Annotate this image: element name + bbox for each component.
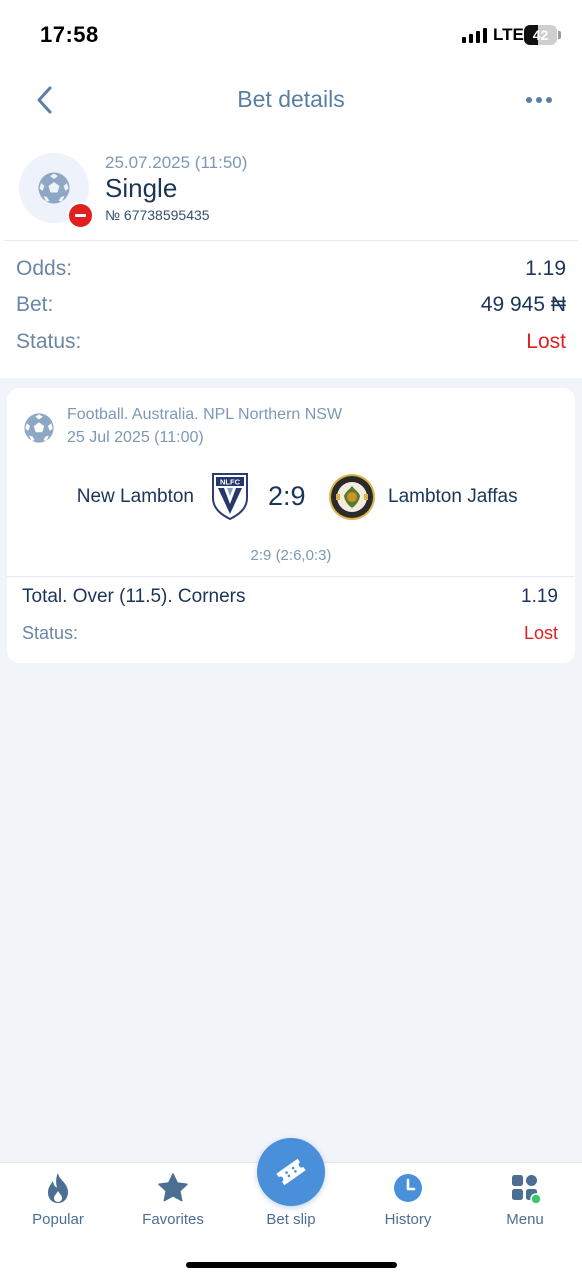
clock-icon bbox=[394, 1174, 422, 1202]
team2-logo bbox=[329, 474, 375, 520]
bet-date: 25.07.2025 (11:50) bbox=[105, 153, 248, 172]
ticket-icon bbox=[276, 1158, 306, 1186]
signal-icon bbox=[462, 27, 487, 43]
tab-menu[interactable]: Menu bbox=[467, 1163, 582, 1243]
battery-level: 42 bbox=[532, 27, 549, 43]
odds-label: Odds: bbox=[16, 257, 73, 280]
event-date: 25 Jul 2025 (11:00) bbox=[67, 429, 204, 446]
star-icon bbox=[158, 1173, 188, 1202]
network-label: LTE bbox=[493, 25, 524, 44]
page-title: Bet details bbox=[237, 86, 345, 112]
status-time: 17:58 bbox=[40, 22, 99, 47]
tab-history[interactable]: History bbox=[350, 1163, 466, 1243]
divider bbox=[4, 240, 578, 241]
odds-value: 1.19 bbox=[525, 257, 566, 280]
more-horizontal-icon bbox=[526, 97, 532, 103]
tab-favorites-label: Favorites bbox=[142, 1211, 204, 1228]
bet-amount-label: Bet: bbox=[16, 293, 54, 316]
team1-logo-text: NLFC bbox=[220, 478, 241, 487]
battery-icon: 42 bbox=[524, 24, 562, 46]
bet-slip-button[interactable] bbox=[257, 1138, 325, 1206]
tab-favorites[interactable]: Favorites bbox=[115, 1163, 231, 1243]
event-status-value: Lost bbox=[523, 623, 558, 643]
market-odds: 1.19 bbox=[521, 586, 558, 607]
tab-popular[interactable]: Popular bbox=[0, 1163, 116, 1243]
bet-amount-value: 49 945 ₦ bbox=[480, 293, 566, 316]
event-league: Football. Australia. NPL Northern NSW bbox=[67, 406, 343, 423]
team1-logo: NLFC bbox=[212, 473, 248, 520]
flame-icon bbox=[48, 1173, 68, 1203]
divider bbox=[7, 576, 575, 577]
soccer-ball-icon bbox=[38, 172, 70, 204]
grid-menu-icon bbox=[512, 1175, 542, 1205]
market-name: Total. Over (11.5). Corners bbox=[22, 586, 246, 607]
team1-name: New Lambton bbox=[76, 486, 194, 507]
minus-circle-icon bbox=[67, 202, 94, 229]
more-button[interactable] bbox=[526, 88, 556, 112]
event-card[interactable]: Football. Australia. NPL Northern NSW 25… bbox=[7, 388, 575, 663]
tab-bet-slip-label: Bet slip bbox=[266, 1211, 316, 1228]
tab-history-label: History bbox=[384, 1211, 432, 1228]
tab-popular-label: Popular bbox=[32, 1211, 84, 1228]
tab-menu-label: Menu bbox=[506, 1211, 544, 1228]
match-score: 2:9 bbox=[268, 481, 306, 511]
event-status-label: Status: bbox=[22, 623, 79, 643]
soccer-ball-icon bbox=[24, 413, 54, 443]
bet-number: № 67738595435 bbox=[105, 207, 210, 223]
team2-name: Lambton Jaffas bbox=[388, 486, 518, 507]
status-value: Lost bbox=[526, 330, 566, 353]
status-bar: 17:58 LTE 42 bbox=[0, 0, 582, 70]
status-label: Status: bbox=[16, 330, 82, 353]
bet-type: Single bbox=[105, 173, 178, 203]
period-score: 2:9 (2:6,0:3) bbox=[250, 547, 332, 564]
home-indicator bbox=[186, 1262, 397, 1268]
